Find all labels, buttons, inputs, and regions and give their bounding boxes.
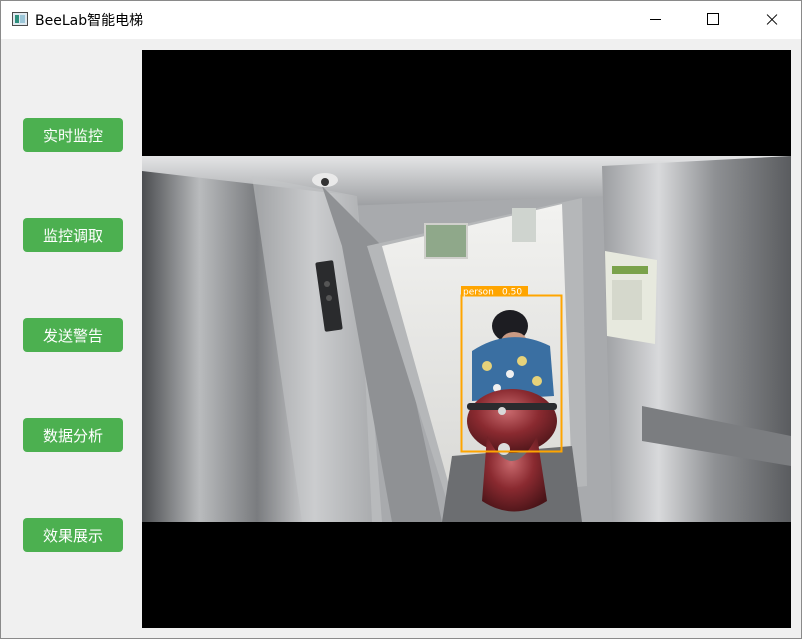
show-results-button[interactable]: 效果展示 <box>23 518 123 552</box>
app-window-icon <box>12 12 28 26</box>
data-analysis-button[interactable]: 数据分析 <box>23 418 123 452</box>
retrieve-footage-button[interactable]: 监控调取 <box>23 218 123 252</box>
maximize-button[interactable] <box>685 1 743 39</box>
app-window: BeeLab智能电梯 实时监控 监控调取 发送警告 数据分析 效果展示 pers… <box>0 0 802 639</box>
video-display: person 0.50 <box>142 50 791 628</box>
window-title: BeeLab智能电梯 <box>35 13 144 29</box>
title-bar[interactable]: BeeLab智能电梯 <box>1 1 801 39</box>
detection-confidence: 0.50 <box>502 288 522 298</box>
detection-class-label: person <box>463 288 494 298</box>
realtime-monitor-button[interactable]: 实时监控 <box>23 118 123 152</box>
elevator-camera-frame: person 0.50 <box>142 156 791 522</box>
minimize-button[interactable] <box>627 1 685 39</box>
close-button[interactable] <box>743 1 801 39</box>
send-alert-button[interactable]: 发送警告 <box>23 318 123 352</box>
sidebar: 实时监控 监控调取 发送警告 数据分析 效果展示 <box>1 39 141 638</box>
